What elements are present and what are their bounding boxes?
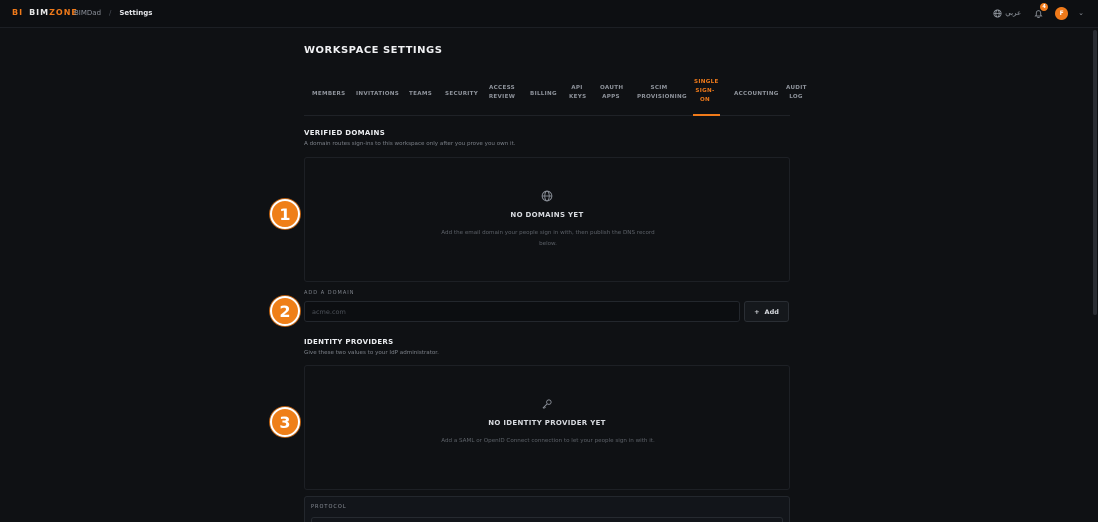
idp-empty-title: NO IDENTITY PROVIDER YET (488, 419, 606, 427)
brand-mark: BI (12, 8, 24, 17)
breadcrumb-separator: / (109, 9, 112, 17)
tab-security[interactable]: SECURITY (445, 90, 478, 99)
tab-accounting[interactable]: ACCOUNTING (734, 90, 779, 99)
domains-empty-state: NO DOMAINS YET Add the email domain your… (304, 157, 790, 282)
verified-domains-title: VERIFIED DOMAINS (304, 129, 386, 137)
breadcrumb: BIMDad / Settings (74, 9, 152, 17)
identity-providers-subtitle: Give these two values to your IdP admini… (304, 350, 439, 356)
tab-invitations[interactable]: INVITATIONS (356, 90, 399, 99)
page-title: WORKSPACE SETTINGS (304, 45, 443, 56)
notifications-button[interactable]: 4 (1031, 3, 1049, 20)
settings-tabs: MEMBERS INVITATIONS TEAMS SECURITY ACCES… (304, 76, 806, 116)
language-switcher[interactable]: عربي (993, 8, 1022, 18)
domains-empty-description: Add the email domain your people sign in… (441, 230, 655, 247)
page-scrollbar[interactable] (1093, 30, 1097, 315)
top-right-controls: عربي 4 F ⌄ (993, 3, 1084, 20)
annotation-marker-1: 1 (270, 199, 300, 229)
idp-empty-description: Add a SAML or OpenID Connect connection … (441, 438, 655, 444)
breadcrumb-workspace[interactable]: BIMDad (74, 9, 101, 17)
chevron-down-icon[interactable]: ⌄ (1078, 9, 1084, 17)
breadcrumb-current: Settings (119, 9, 153, 17)
protocol-panel: PROTOCOL (304, 496, 790, 522)
avatar[interactable]: F (1055, 6, 1069, 20)
annotation-marker-2: 2 (270, 296, 300, 326)
tab-api-keys[interactable]: API KEYS (569, 84, 586, 102)
top-bar: BI BIMZONE BIMDad / Settings عربي 4 F ⌄ (0, 0, 1098, 28)
add-domain-button-label: Add (764, 307, 779, 316)
domains-empty-title: NO DOMAINS YET (510, 211, 584, 219)
verified-domains-subtitle: A domain routes sign-ins to this workspa… (304, 141, 516, 147)
tab-oauth-apps[interactable]: OAUTH APPS (600, 84, 623, 102)
protocol-label: PROTOCOL (311, 504, 347, 510)
annotation-marker-3: 3 (270, 407, 300, 437)
tab-teams[interactable]: TEAMS (409, 90, 432, 99)
domain-input[interactable] (304, 301, 740, 322)
language-label: عربي (1005, 9, 1022, 17)
add-domain-label: ADD A DOMAIN (304, 290, 355, 296)
tab-members[interactable]: MEMBERS (312, 90, 345, 99)
brand-logo[interactable]: BI BIMZONE (12, 8, 78, 17)
tab-single-sign-on[interactable]: SINGLE SIGN-ON (694, 78, 718, 105)
tab-access-review[interactable]: ACCESS REVIEW (488, 84, 516, 102)
globe-icon (993, 8, 1002, 18)
plus-icon: + (754, 307, 760, 316)
tab-scim-provisioning[interactable]: SCIM PROVISIONING (637, 84, 687, 102)
globe-icon (541, 190, 553, 202)
add-domain-button[interactable]: + Add (744, 301, 789, 322)
tab-billing[interactable]: BILLING (530, 90, 557, 99)
idp-empty-state: NO IDENTITY PROVIDER YET Add a SAML or O… (304, 365, 790, 490)
active-tab-indicator (693, 114, 720, 116)
key-icon (542, 399, 552, 409)
protocol-select[interactable] (311, 517, 783, 522)
notification-badge: 4 (1040, 3, 1049, 11)
tab-audit-log[interactable]: AUDIT LOG (786, 84, 806, 102)
brand-name: BIMZONE (29, 8, 78, 17)
identity-providers-title: IDENTITY PROVIDERS (304, 338, 394, 346)
